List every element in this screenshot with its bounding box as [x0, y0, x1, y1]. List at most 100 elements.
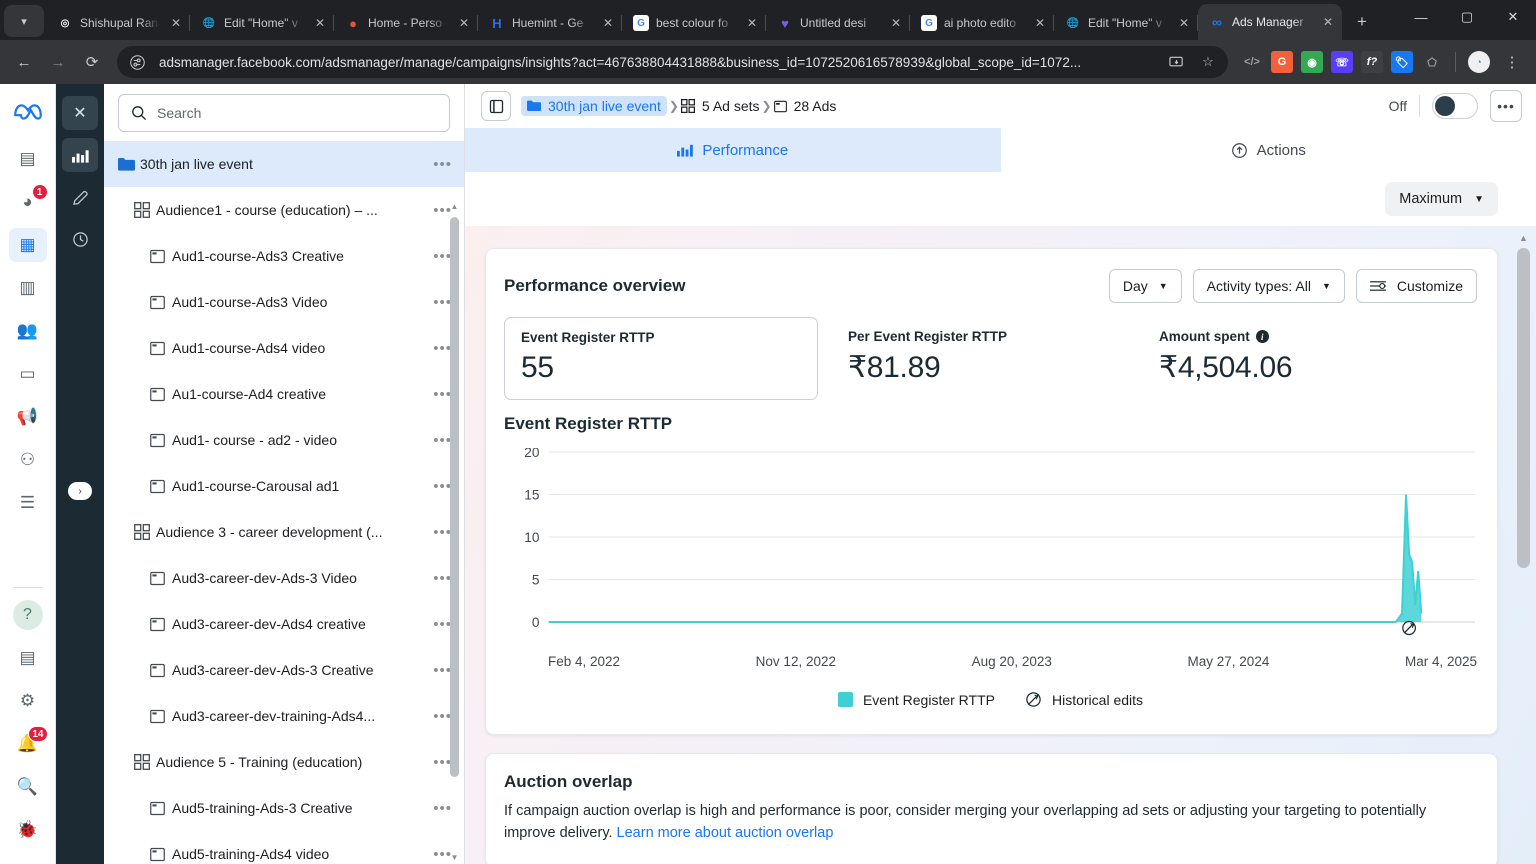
- ad-row[interactable]: Aud3-career-dev-Ads-3 Creative •••: [104, 647, 464, 693]
- reload-icon[interactable]: ⟳: [76, 46, 108, 78]
- events-manager-icon[interactable]: ⚇: [9, 443, 47, 477]
- breadcrumb-item[interactable]: 28 Ads: [773, 98, 836, 114]
- activity-types-dropdown[interactable]: Activity types: All ▼: [1192, 269, 1345, 303]
- install-icon[interactable]: [1169, 55, 1189, 70]
- star-icon[interactable]: ☆: [1198, 54, 1218, 70]
- close-tab-icon[interactable]: ✕: [888, 16, 904, 30]
- ad-row[interactable]: Aud1-course-Ads4 video •••: [104, 325, 464, 371]
- ad-row[interactable]: Aud3-career-dev-training-Ads4... •••: [104, 693, 464, 739]
- kebab-menu-icon[interactable]: ⋮: [1496, 46, 1528, 78]
- ad-row[interactable]: Aud1-course-Ads3 Creative •••: [104, 233, 464, 279]
- ad-row[interactable]: Au1-course-Ad4 creative •••: [104, 371, 464, 417]
- scroll-down-arrow[interactable]: ▼: [450, 854, 459, 862]
- all-tools-icon[interactable]: ☰: [9, 486, 47, 520]
- ad-row[interactable]: Aud5-training-Ads-3 Creative •••: [104, 785, 464, 831]
- business-suite-icon[interactable]: ▤: [9, 142, 47, 176]
- close-tab-icon[interactable]: ✕: [456, 16, 472, 30]
- tab-actions[interactable]: Actions: [1001, 128, 1536, 172]
- content-scrollbar-thumb[interactable]: [1517, 248, 1530, 568]
- close-tab-icon[interactable]: ✕: [1032, 16, 1048, 30]
- grammarly-icon[interactable]: G: [1271, 51, 1293, 73]
- campaign-list[interactable]: 30th jan live event ••• Audience1 - course…: [104, 141, 464, 864]
- event-register-chart[interactable]: 0 5 10 15 20: [504, 448, 1477, 648]
- content-scroll-up-arrow[interactable]: ▲: [1517, 234, 1530, 243]
- expand-strip-button[interactable]: ›: [68, 482, 92, 500]
- close-tab-icon[interactable]: ✕: [600, 16, 616, 30]
- metric-event-register-rttp[interactable]: Event Register RTTP 55: [504, 317, 818, 400]
- insights-icon[interactable]: ◕ 1: [9, 184, 48, 219]
- scroll-up-arrow[interactable]: ▲: [450, 203, 459, 211]
- maps-icon[interactable]: ◉: [1301, 51, 1323, 73]
- back-icon[interactable]: ←: [8, 46, 40, 78]
- search-input[interactable]: Search: [118, 94, 450, 132]
- address-bar[interactable]: adsmanager.facebook.com/adsmanager/manag…: [117, 46, 1228, 78]
- auction-overlap-link[interactable]: Learn more about auction overlap: [617, 825, 834, 841]
- maximize-button[interactable]: ▢: [1444, 0, 1490, 34]
- ad-row[interactable]: Aud3-career-dev-Ads4 creative •••: [104, 601, 464, 647]
- meta-logo[interactable]: [9, 94, 47, 128]
- browser-tab[interactable]: Gai photo edito ✕: [910, 6, 1054, 40]
- ad-row[interactable]: Aud1-course-Carousal ad1 •••: [104, 463, 464, 509]
- more-options-button[interactable]: •••: [1490, 90, 1522, 122]
- customize-button[interactable]: Customize: [1355, 269, 1477, 303]
- notifications-icon[interactable]: 🔔 14: [9, 726, 48, 761]
- campaign-toggle[interactable]: [1432, 93, 1478, 119]
- date-range-dropdown[interactable]: Maximum ▼: [1385, 182, 1498, 216]
- tab-search-button[interactable]: ▾: [4, 5, 44, 37]
- close-tab-icon[interactable]: ✕: [1176, 16, 1192, 30]
- browser-tab[interactable]: H Huemint - Ge ✕: [478, 6, 622, 40]
- campaign-row[interactable]: 30th jan live event •••: [104, 141, 464, 187]
- adset-row[interactable]: Audience 5 - Training (education) •••: [104, 739, 464, 785]
- calls-icon[interactable]: ☏: [1331, 51, 1353, 73]
- new-tab-button[interactable]: +: [1348, 8, 1376, 36]
- minimize-button[interactable]: —: [1398, 0, 1444, 34]
- news-icon[interactable]: ▤: [9, 641, 47, 675]
- ad-row[interactable]: Aud3-career-dev-Ads-3 Video •••: [104, 555, 464, 601]
- forward-icon[interactable]: →: [42, 46, 74, 78]
- breadcrumb-item[interactable]: 5 Ad sets: [680, 98, 760, 114]
- help-icon[interactable]: ?: [9, 598, 47, 632]
- metric-amount-spent[interactable]: Amount spent i ₹4,504.06: [1143, 317, 1308, 400]
- ad-row[interactable]: Aud1-course-Ads3 Video •••: [104, 279, 464, 325]
- legend-item-series[interactable]: Event Register RTTP: [837, 692, 995, 708]
- close-tab-icon[interactable]: ✕: [1320, 15, 1336, 29]
- close-tab-icon[interactable]: ✕: [744, 16, 760, 30]
- campaign-list-scrollbar[interactable]: ▲ ▼: [450, 141, 459, 864]
- search-icon[interactable]: 🔍: [9, 770, 47, 804]
- close-window-button[interactable]: ✕: [1490, 0, 1536, 34]
- browser-tab[interactable]: ♥ Untitled desi ✕: [766, 6, 910, 40]
- panel-toggle-icon[interactable]: [481, 91, 511, 121]
- ads-manager-icon[interactable]: ▦: [8, 228, 47, 262]
- browser-tab[interactable]: ∞ Ads Manager ✕: [1198, 4, 1342, 40]
- info-icon[interactable]: i: [1255, 330, 1269, 343]
- billing-icon[interactable]: ▭: [9, 357, 47, 391]
- historical-edit-marker[interactable]: [1402, 620, 1416, 636]
- scrollbar-thumb[interactable]: [450, 217, 459, 777]
- chart-icon[interactable]: [62, 138, 98, 172]
- settings-icon[interactable]: ⚙: [9, 684, 47, 718]
- edit-icon[interactable]: [62, 180, 98, 214]
- browser-tab[interactable]: ◎ Shishupal Ran ✕: [46, 6, 190, 40]
- tab-performance[interactable]: Performance: [465, 128, 1001, 172]
- puzzle-icon[interactable]: ⬠: [1421, 51, 1443, 73]
- avatar-icon[interactable]: ◔: [1468, 51, 1490, 73]
- close-tab-icon[interactable]: ✕: [168, 16, 184, 30]
- tags-icon[interactable]: 🏷: [1391, 51, 1413, 73]
- history-icon[interactable]: [62, 222, 98, 256]
- adset-row[interactable]: Audience1 - course (education) – ... •••: [104, 187, 464, 233]
- ad-row[interactable]: Aud1- course - ad2 - video •••: [104, 417, 464, 463]
- browser-tab[interactable]: ● Home - Perso ✕: [334, 6, 478, 40]
- close-tab-icon[interactable]: ✕: [312, 16, 328, 30]
- bug-report-icon[interactable]: 🐞: [9, 813, 47, 847]
- ad-row[interactable]: Aud5-training-Ads4 video •••: [104, 831, 464, 864]
- library-icon[interactable]: ▥: [9, 271, 47, 305]
- legend-item-historical-edits[interactable]: Historical edits: [1025, 691, 1143, 708]
- content-scrollbar[interactable]: ▲: [1517, 234, 1530, 864]
- promotions-icon[interactable]: 📢: [9, 400, 47, 434]
- browser-tab[interactable]: 🌐 Edit "Home" v ✕: [1054, 6, 1198, 40]
- close-insights-button[interactable]: ✕: [62, 96, 98, 130]
- insights-scroll-area[interactable]: Performance overview Day ▼ Activity type…: [465, 226, 1536, 864]
- audiences-icon[interactable]: 👥: [9, 314, 47, 348]
- site-info-icon[interactable]: [130, 54, 150, 70]
- font-icon[interactable]: f?: [1361, 51, 1383, 73]
